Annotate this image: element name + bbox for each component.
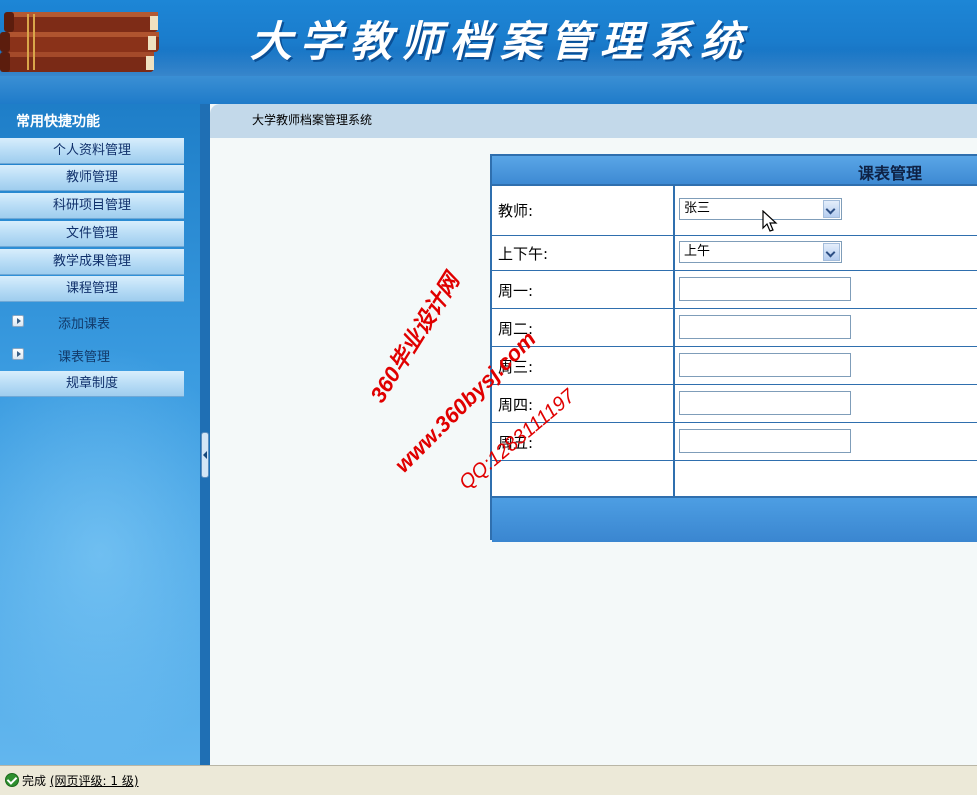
sidebar-splitter xyxy=(200,104,210,765)
panel-footer xyxy=(492,496,977,542)
breadcrumb-bar: 大学教师档案管理系统 xyxy=(210,104,977,138)
form-row-monday: 周一: xyxy=(492,271,977,309)
checkmark-icon xyxy=(5,773,19,787)
sidebar-item-teachers[interactable]: 教师管理 xyxy=(0,165,184,191)
sidebar-item-courses[interactable]: 课程管理 xyxy=(0,276,184,302)
mouse-cursor-icon xyxy=(762,210,778,232)
sidebar-item-regulations[interactable]: 规章制度 xyxy=(0,371,184,397)
panel-header: 课表管理 xyxy=(492,156,977,186)
books-logo-icon xyxy=(0,12,159,72)
form-row-tuesday: 周二: xyxy=(492,309,977,347)
monday-input[interactable] xyxy=(679,277,851,301)
schedule-form-panel: 课表管理 教师: 张三 上下午: 上午 周一: 周二: 周三: 周四: 周五: xyxy=(490,154,977,542)
chevron-down-icon[interactable] xyxy=(823,243,840,261)
sidebar-subitem-add-schedule[interactable]: 添加课表 xyxy=(10,311,180,333)
page-rating-link[interactable]: (网页评级: 1 级) xyxy=(50,774,139,788)
subitem-label: 添加课表 xyxy=(58,317,111,332)
friday-input[interactable] xyxy=(679,429,851,453)
sidebar-item-personal-info[interactable]: 个人资料管理 xyxy=(0,138,184,164)
header-band xyxy=(0,76,977,104)
teacher-select-value: 张三 xyxy=(684,201,711,216)
arrow-right-icon xyxy=(12,315,24,327)
period-label: 上下午: xyxy=(498,245,549,263)
sidebar-item-research[interactable]: 科研项目管理 xyxy=(0,193,184,219)
form-row-period: 上下午: 上午 xyxy=(492,236,977,271)
sidebar-subitem-schedule-manage[interactable]: 课表管理 xyxy=(10,344,180,366)
period-select[interactable]: 上午 xyxy=(679,241,842,263)
wednesday-input[interactable] xyxy=(679,353,851,377)
sidebar-title: 常用快捷功能 xyxy=(16,114,100,130)
thursday-label: 周四: xyxy=(498,396,534,414)
browser-status-bar: 完成 (网页评级: 1 级) xyxy=(0,765,977,795)
app-title: 大学教师档案管理系统 xyxy=(250,17,751,66)
breadcrumb: 大学教师档案管理系统 xyxy=(252,113,373,127)
teacher-select[interactable]: 张三 xyxy=(679,198,842,220)
teacher-label: 教师: xyxy=(498,202,534,220)
status-label: 完成 xyxy=(22,774,47,788)
thursday-input[interactable] xyxy=(679,391,851,415)
collapse-sidebar-handle[interactable] xyxy=(201,432,209,478)
sidebar: 常用快捷功能 个人资料管理 教师管理 科研项目管理 文件管理 教学成果管理 课程… xyxy=(0,104,200,765)
status-text: 完成 (网页评级: 1 级) xyxy=(22,772,139,789)
tuesday-input[interactable] xyxy=(679,315,851,339)
main-content: 大学教师档案管理系统 课表管理 教师: 张三 上下午: 上午 周一: 周二: 周… xyxy=(210,104,977,765)
arrow-right-icon xyxy=(12,348,24,360)
chevron-down-icon[interactable] xyxy=(823,200,840,218)
form-row-friday: 周五: xyxy=(492,423,977,461)
sidebar-item-teaching-results[interactable]: 教学成果管理 xyxy=(0,249,184,275)
header-banner: 大学教师档案管理系统 xyxy=(0,0,977,76)
form-row-wednesday: 周三: xyxy=(492,347,977,385)
period-select-value: 上午 xyxy=(684,244,711,259)
sidebar-item-files[interactable]: 文件管理 xyxy=(0,221,184,247)
panel-title: 课表管理 xyxy=(858,164,923,183)
subitem-label: 课表管理 xyxy=(58,350,111,365)
monday-label: 周一: xyxy=(498,282,534,300)
sidebar-glow xyxy=(0,344,200,764)
form-row-teacher: 教师: 张三 xyxy=(492,186,977,236)
